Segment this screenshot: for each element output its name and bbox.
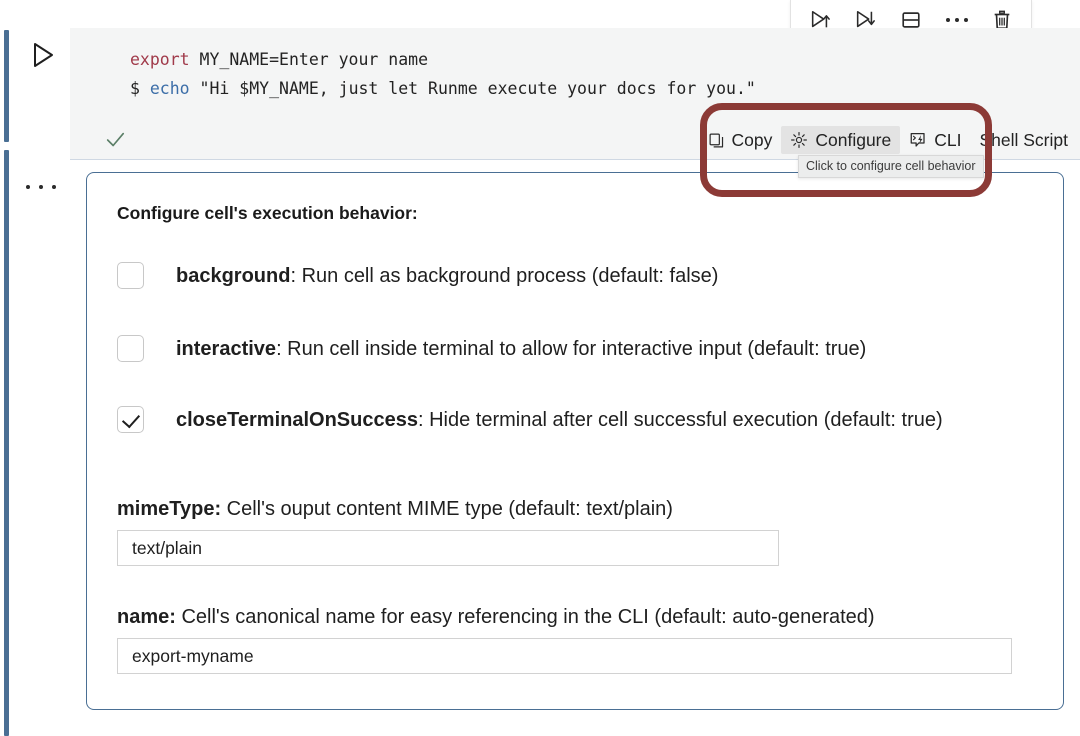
language-text: Shell Script — [979, 129, 1068, 150]
close-terminal-on-success-checkbox[interactable] — [117, 406, 144, 433]
mimetype-description: Cell's ouput content MIME type (default:… — [221, 498, 673, 520]
config-option-close-terminal-on-success[interactable]: closeTerminalOnSuccess: Hide terminal af… — [117, 405, 1035, 435]
interactive-checkbox[interactable] — [117, 335, 144, 362]
code-editor-cell[interactable]: export MY_NAME=Enter your name $ echo "H… — [70, 28, 1080, 120]
interactive-key: interactive — [176, 338, 277, 360]
cell-status-actions: Copy Configure CLI Shell Script — [699, 120, 1073, 160]
cli-terminal-icon — [910, 132, 925, 147]
config-option-interactive[interactable]: interactive: Run cell inside terminal to… — [117, 334, 1035, 364]
config-option-background[interactable]: background: Run cell as background proce… — [117, 261, 1035, 291]
cell-configuration-panel: Configure cell's execution behavior: bac… — [86, 172, 1064, 710]
name-key: name: — [117, 606, 176, 628]
background-description: : Run cell as background process (defaul… — [290, 265, 719, 287]
code-command: echo — [149, 79, 190, 98]
cell-language-label[interactable]: Shell Script — [970, 126, 1072, 154]
background-checkbox[interactable] — [117, 262, 144, 289]
copy-button[interactable]: Copy — [699, 126, 782, 154]
code-text: "Hi $MY_NAME, just let Runme execute you… — [189, 79, 756, 98]
gear-icon — [791, 132, 808, 148]
configure-label: Configure — [815, 129, 892, 150]
cli-button[interactable]: CLI — [900, 126, 970, 154]
name-label: name: Cell's canonical name for easy ref… — [117, 606, 1012, 629]
ellipsis-icon — [945, 17, 968, 22]
ellipsis-icon-dot — [26, 185, 30, 189]
code-line-2: $ echo "Hi $MY_NAME, just let Runme exec… — [70, 74, 1080, 103]
name-description: Cell's canonical name for easy referenci… — [175, 606, 875, 628]
code-line-1: export MY_NAME=Enter your name — [70, 28, 1080, 74]
interactive-description: : Run cell inside terminal to allow for … — [276, 338, 867, 360]
code-prompt: $ — [130, 79, 150, 98]
cell-gutter-more-button[interactable] — [26, 180, 56, 194]
run-cell-button[interactable] — [32, 42, 54, 68]
code-keyword: export — [130, 50, 190, 69]
editor-gutter-bar-top — [4, 30, 9, 142]
copy-label: Copy — [731, 129, 773, 150]
cell-status-bar: Copy Configure CLI Shell Script — [70, 120, 1080, 160]
name-input[interactable] — [117, 638, 1012, 674]
background-label: background: Run cell as background proce… — [176, 261, 718, 291]
panel-title: Configure cell's execution behavior: — [117, 203, 418, 223]
close-terminal-description: : Hide terminal after cell successful ex… — [417, 409, 943, 431]
background-key: background — [176, 265, 291, 287]
play-triangle-icon — [34, 43, 53, 67]
close-terminal-on-success-label: closeTerminalOnSuccess: Hide terminal af… — [176, 405, 943, 435]
code-text: MY_NAME=Enter your name — [189, 50, 429, 69]
interactive-label: interactive: Run cell inside terminal to… — [176, 334, 866, 364]
configure-tooltip: Click to configure cell behavior — [798, 155, 984, 178]
mimetype-key: mimeType: — [117, 498, 222, 520]
configure-button[interactable]: Configure — [781, 126, 901, 154]
config-field-mimetype: mimeType: Cell's ouput content MIME type… — [117, 498, 779, 566]
cli-label: CLI — [934, 129, 962, 150]
mimetype-label: mimeType: Cell's ouput content MIME type… — [117, 498, 779, 521]
copy-icon — [709, 133, 723, 147]
green-checkmark-icon — [106, 132, 125, 147]
editor-gutter-bar-bottom — [4, 150, 9, 736]
ellipsis-icon-dot — [39, 185, 43, 189]
mimetype-input[interactable] — [117, 530, 779, 566]
close-terminal-key: closeTerminalOnSuccess — [176, 409, 418, 431]
config-field-name: name: Cell's canonical name for easy ref… — [117, 606, 1012, 674]
ellipsis-icon-dot — [52, 185, 56, 189]
